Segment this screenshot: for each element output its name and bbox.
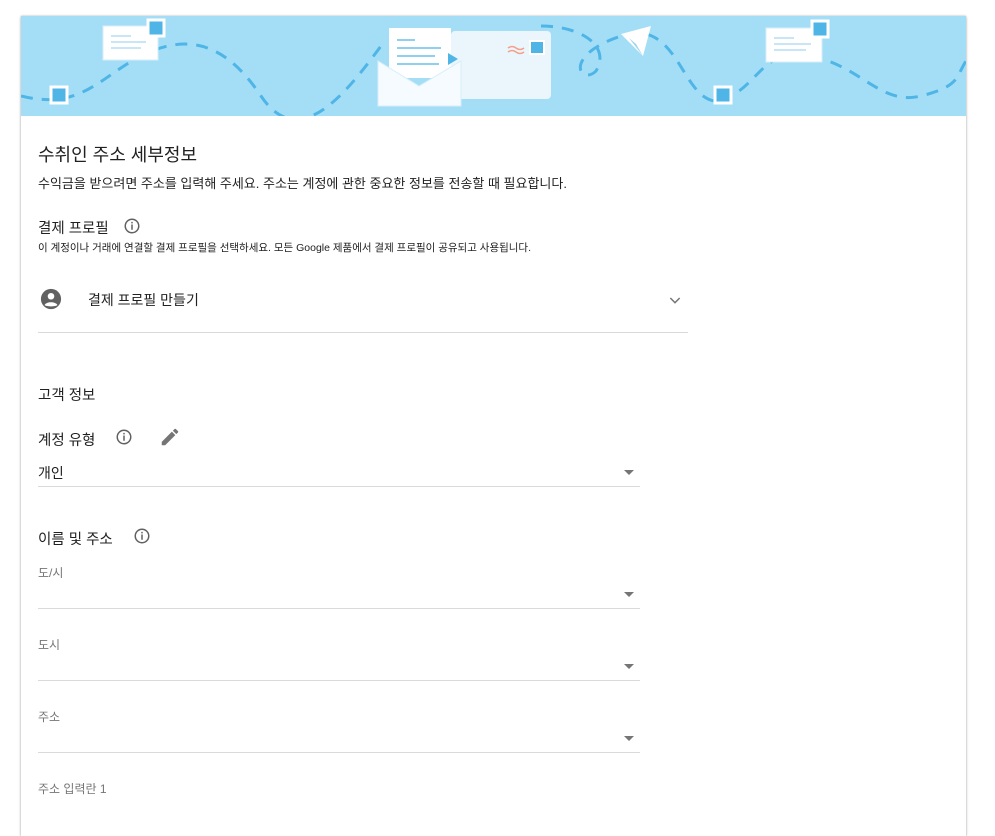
recipient-address-card: 수취인 주소 세부정보 수익금을 받으려면 주소를 입력해 주세요. 주소는 계… <box>21 16 966 836</box>
address-divider <box>38 752 640 753</box>
payment-profile-select[interactable]: 결제 프로필 만들기 <box>38 278 688 332</box>
info-icon[interactable] <box>123 217 141 235</box>
envelope-icon <box>765 19 830 63</box>
info-icon[interactable] <box>115 428 133 446</box>
city-select[interactable] <box>38 654 640 680</box>
section-description: 수익금을 받으려면 주소를 입력해 주세요. 주소는 계정에 관한 중요한 정보… <box>38 176 567 191</box>
address-label: 주소 <box>38 710 61 724</box>
account-circle-icon <box>40 288 62 310</box>
address-select[interactable] <box>38 726 640 752</box>
city-divider <box>38 680 640 681</box>
customer-info-title: 고객 정보 <box>38 388 96 404</box>
dropdown-caret-icon <box>624 592 634 597</box>
payment-profile-divider <box>38 332 688 333</box>
dropdown-caret-icon <box>624 470 634 475</box>
chevron-down-icon <box>669 297 681 304</box>
account-type-select[interactable]: 개인 <box>38 461 640 487</box>
payment-profile-selected: 결제 프로필 만들기 <box>88 292 199 308</box>
envelope-icon <box>377 28 551 107</box>
info-icon[interactable] <box>133 527 151 545</box>
dropdown-caret-icon <box>624 736 634 741</box>
address-line1-input[interactable] <box>38 798 640 822</box>
pencil-icon[interactable] <box>159 426 181 448</box>
envelope-icon <box>102 18 166 61</box>
account-type-value: 개인 <box>38 465 64 481</box>
province-select[interactable] <box>38 582 640 608</box>
province-divider <box>38 608 640 609</box>
account-type-divider <box>38 486 640 487</box>
paper-plane-icon <box>621 26 651 56</box>
payment-profile-label: 결제 프로필 <box>38 221 109 237</box>
address-line1-label: 주소 입력란 1 <box>38 782 107 796</box>
province-label: 도/시 <box>38 566 64 580</box>
banner-illustration <box>21 18 966 121</box>
account-type-label: 계정 유형 <box>38 433 96 449</box>
header-banner <box>21 16 966 121</box>
name-address-title: 이름 및 주소 <box>38 532 113 548</box>
payment-profile-description: 이 계정이나 거래에 연결할 결제 프로필을 선택하세요. 모든 Google … <box>38 242 531 254</box>
dropdown-caret-icon <box>624 664 634 669</box>
city-label: 도시 <box>38 638 61 652</box>
section-title: 수취인 주소 세부정보 <box>38 145 198 165</box>
